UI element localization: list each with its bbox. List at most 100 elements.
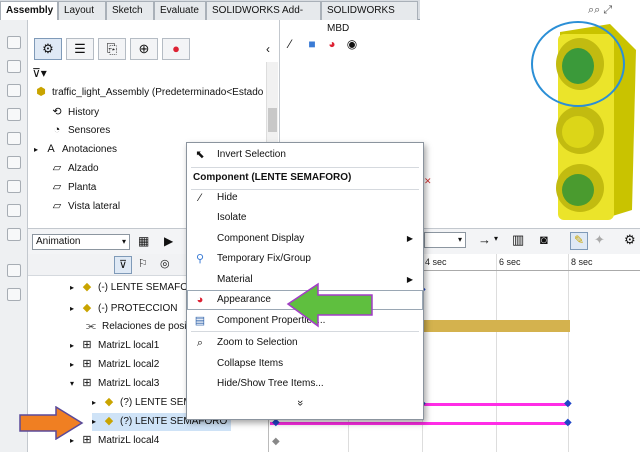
filter-animated-icon[interactable]: ⊽ <box>114 256 132 274</box>
motion-tree-item[interactable]: ▸ ◆ (-) PROTECCION <box>70 300 177 318</box>
submenu-arrow-icon: ▶ <box>406 275 413 284</box>
display-icon[interactable]: ◉ <box>344 36 360 52</box>
smart-key-icon[interactable]: ✎ <box>570 232 588 250</box>
expand-arrow-icon[interactable]: ▸ <box>70 341 74 350</box>
playback-speed-select[interactable]: ▾ <box>424 232 466 248</box>
display-manager-tab-icon[interactable]: ● <box>162 38 190 60</box>
expand-arrow-icon[interactable]: ▸ <box>34 145 38 154</box>
menu-item-hide[interactable]: ⁄ Hide <box>187 188 423 208</box>
tree-item-right-plane[interactable]: ▱ Vista lateral <box>50 198 120 216</box>
study-type-select[interactable]: Animation ▾ <box>32 234 130 250</box>
timeline-label: 6 sec <box>499 257 521 267</box>
pattern-icon: ⊞ <box>82 377 92 390</box>
tree-item-front-plane[interactable]: ▱ Alzado <box>50 160 99 178</box>
cursor-icon: ⬉ <box>195 149 205 161</box>
strip-tool-icon[interactable] <box>7 180 21 193</box>
strip-tool-icon[interactable] <box>7 108 21 121</box>
tab-evaluate[interactable]: Evaluate <box>154 1 206 20</box>
part-icon: ◆ <box>82 281 92 294</box>
submenu-arrow-icon: ▶ <box>406 234 413 243</box>
manager-tabs: ⚙ ☰ ⎘ ⊕ ● ‹ <box>28 36 280 62</box>
menu-item-component-display[interactable]: Component Display ▶ <box>187 229 423 249</box>
menu-item-isolate[interactable]: Isolate <box>187 208 423 228</box>
key-point-icon[interactable]: ◆ <box>272 436 280 447</box>
tree-item-annotations[interactable]: ▸ A Anotaciones <box>34 141 117 159</box>
dimxpert-tab-icon[interactable]: ⊕ <box>130 38 158 60</box>
calculate-icon[interactable]: ▦ <box>138 234 149 248</box>
chevron-down-icon[interactable]: ▾ <box>494 234 498 243</box>
motion-tree-item[interactable]: ⫘ Relaciones de posi <box>84 318 186 336</box>
motion-tree-item[interactable]: ▸ ⊞ MatrizL local2 <box>70 356 159 374</box>
play-icon[interactable]: ▶ <box>164 234 173 248</box>
filter-driving-icon[interactable]: ⚐ <box>138 257 148 270</box>
strip-tool-icon[interactable] <box>7 204 21 217</box>
menu-item-hide-show-tree-items[interactable]: Hide/Show Tree Items... <box>187 374 423 394</box>
expand-arrow-icon[interactable]: ▸ <box>70 360 74 369</box>
autokey-icon[interactable]: ▥ <box>512 232 524 248</box>
cut-view-icon[interactable]: ⁄ <box>282 36 298 52</box>
assembly-icon: ⬢ <box>36 86 46 99</box>
strip-tool-icon[interactable] <box>7 60 21 73</box>
origin-marker-icon: ✕ <box>424 176 432 186</box>
chevron-down-icon: ▾ <box>121 237 126 246</box>
add-key-icon[interactable]: ✦ <box>594 232 605 248</box>
filter-selected-icon[interactable]: ◎ <box>160 257 170 270</box>
tab-layout[interactable]: Layout <box>58 1 106 20</box>
expand-arrow-icon[interactable]: ▸ <box>92 398 96 407</box>
expand-arrow-icon[interactable]: ▸ <box>92 417 96 426</box>
plane-icon: ▱ <box>52 200 62 213</box>
menu-header-component: Component (LENTE SEMAFORO) <box>193 172 352 183</box>
feature-manager-tab-icon[interactable]: ⚙ <box>34 38 62 60</box>
tree-item-history[interactable]: ⟲ History <box>50 104 99 122</box>
strip-tool-icon[interactable] <box>7 156 21 169</box>
property-manager-tab-icon[interactable]: ☰ <box>66 38 94 60</box>
motion-tree-item[interactable]: ▸ ⊞ MatrizL local1 <box>70 337 159 355</box>
fix-icon: ⚲ <box>195 253 205 265</box>
tab-sketch[interactable]: Sketch <box>106 1 154 20</box>
strip-tool-icon[interactable] <box>7 288 21 301</box>
key-point-icon[interactable]: ◆ <box>564 398 572 409</box>
collapse-arrow-icon[interactable]: ▾ <box>70 379 74 388</box>
timeline-key-bar[interactable] <box>270 422 570 425</box>
tree-item-sensors[interactable]: ◔ Sensores <box>50 122 111 140</box>
strip-tool-icon[interactable] <box>7 84 21 97</box>
tree-root[interactable]: ⬢ traffic_light_Assembly (Predeterminado<… <box>34 84 263 102</box>
expand-arrow-icon[interactable]: ▸ <box>70 283 74 292</box>
menu-item-temporary-fix[interactable]: ⚲ Temporary Fix/Group <box>187 249 423 269</box>
motion-tree-item[interactable]: ▸ ◆ (-) LENTE SEMAFO <box>70 279 188 297</box>
key-point-icon[interactable]: ◆ <box>564 417 572 428</box>
scrollbar-thumb[interactable] <box>268 108 277 132</box>
timeline-mate-bar[interactable] <box>424 320 570 332</box>
config-manager-tab-icon[interactable]: ⎘ <box>98 38 126 60</box>
menu-item-collapse-items[interactable]: Collapse Items <box>187 354 423 374</box>
menu-item-invert-selection[interactable]: ⬉ Invert Selection <box>187 145 423 165</box>
strip-tool-icon[interactable] <box>7 264 21 277</box>
arrow-right-icon[interactable]: → <box>478 232 491 247</box>
part-icon: ◆ <box>104 415 114 428</box>
expand-menu-icon[interactable]: » <box>294 400 306 406</box>
filter-icon[interactable]: ⊽▾ <box>32 66 47 80</box>
camera-icon[interactable]: ◙ <box>540 232 548 247</box>
tab-mbd[interactable]: SOLIDWORKS MBD <box>321 1 418 34</box>
strip-tool-icon[interactable] <box>7 36 21 49</box>
strip-tool-icon[interactable] <box>7 132 21 145</box>
expand-arrow-icon[interactable]: ▸ <box>70 304 74 313</box>
motion-tree-item[interactable]: ▸ ◆ (?) LENTE SEM <box>92 394 192 412</box>
motor-icon[interactable]: ⚙ <box>624 232 636 248</box>
tab-assembly[interactable]: Assembly <box>0 1 58 20</box>
orange-arrow-icon <box>19 406 84 440</box>
appearance-icon[interactable]: ◕ <box>324 36 340 52</box>
menu-item-zoom-to-selection[interactable]: ⌕ Zoom to Selection <box>187 333 423 353</box>
plane-icon: ▱ <box>52 181 62 194</box>
tree-item-top-plane[interactable]: ▱ Planta <box>50 179 97 197</box>
traffic-light-model[interactable] <box>528 10 638 222</box>
timeline-label: 8 sec <box>571 257 593 267</box>
tab-addins[interactable]: SOLIDWORKS Add-Ins <box>206 1 321 34</box>
part-icon: ◆ <box>82 302 92 315</box>
chevron-left-icon[interactable]: ‹ <box>266 42 270 56</box>
strip-tool-icon[interactable] <box>7 228 21 241</box>
context-menu: ⬉ Invert Selection Component (LENTE SEMAF… <box>186 142 424 420</box>
motion-tree-item[interactable]: ▾ ⊞ MatrizL local3 <box>70 375 159 393</box>
view-cube-icon[interactable]: ■ <box>304 36 320 52</box>
properties-icon: ▤ <box>194 315 206 327</box>
